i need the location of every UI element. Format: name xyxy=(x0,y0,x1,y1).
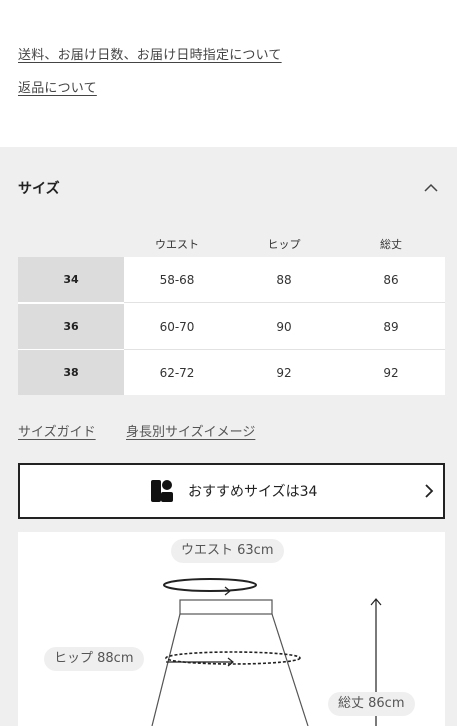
brand-logo-icon xyxy=(151,480,173,502)
height-size-image-link[interactable]: 身長別サイズイメージ xyxy=(126,421,255,440)
table-cell-length: 92 xyxy=(383,365,399,380)
table-row: 38 62-72 92 92 xyxy=(18,350,445,395)
row-header-size: 38 xyxy=(18,350,124,395)
size-panel: サイズ ウエスト ヒップ 総丈 34 58-68 88 86 36 60-70 … xyxy=(0,147,457,726)
table-cell-hip: 88 xyxy=(276,272,292,287)
table-cell-hip: 92 xyxy=(276,365,292,380)
chevron-right-icon xyxy=(425,484,434,498)
hip-measure-label: ヒップ 88cm xyxy=(44,647,144,671)
length-measure-label: 総丈 86cm xyxy=(328,692,415,716)
table-row: 36 60-70 90 89 xyxy=(18,304,445,349)
table-cell-length: 86 xyxy=(383,272,399,287)
table-row: 34 58-68 88 86 xyxy=(18,257,445,302)
row-header-size: 36 xyxy=(18,304,124,349)
table-cell-waist: 60-70 xyxy=(159,319,195,334)
table-cell-waist: 62-72 xyxy=(159,365,195,380)
size-guide-link[interactable]: サイズガイド xyxy=(18,421,96,440)
chevron-up-icon[interactable] xyxy=(424,183,438,193)
waist-measure-label: ウエスト 63cm xyxy=(171,539,284,563)
table-cell-waist: 58-68 xyxy=(159,272,195,287)
row-divider xyxy=(124,302,445,303)
info-links-section: 送料、お届け日数、お届け日時指定について 返品について xyxy=(0,0,457,147)
shipping-info-link[interactable]: 送料、お届け日数、お届け日時指定について xyxy=(18,44,282,63)
column-header-length: 総丈 xyxy=(380,238,402,251)
recommended-size-button[interactable]: おすすめサイズは34 xyxy=(18,463,445,519)
size-panel-title: サイズ xyxy=(18,181,60,197)
table-cell-length: 89 xyxy=(383,319,399,334)
recommended-size-label: おすすめサイズは34 xyxy=(188,484,318,500)
returns-info-link[interactable]: 返品について xyxy=(18,77,97,96)
column-header-hip: ヒップ xyxy=(267,238,301,251)
column-header-waist: ウエスト xyxy=(155,238,199,251)
table-cell-hip: 90 xyxy=(276,319,292,334)
size-table: 34 58-68 88 86 36 60-70 90 89 38 62-72 9… xyxy=(18,257,445,395)
size-diagram: ウエスト 63cm ヒップ 88cm 総丈 86cm xyxy=(18,532,445,726)
row-header-size: 34 xyxy=(18,257,124,302)
